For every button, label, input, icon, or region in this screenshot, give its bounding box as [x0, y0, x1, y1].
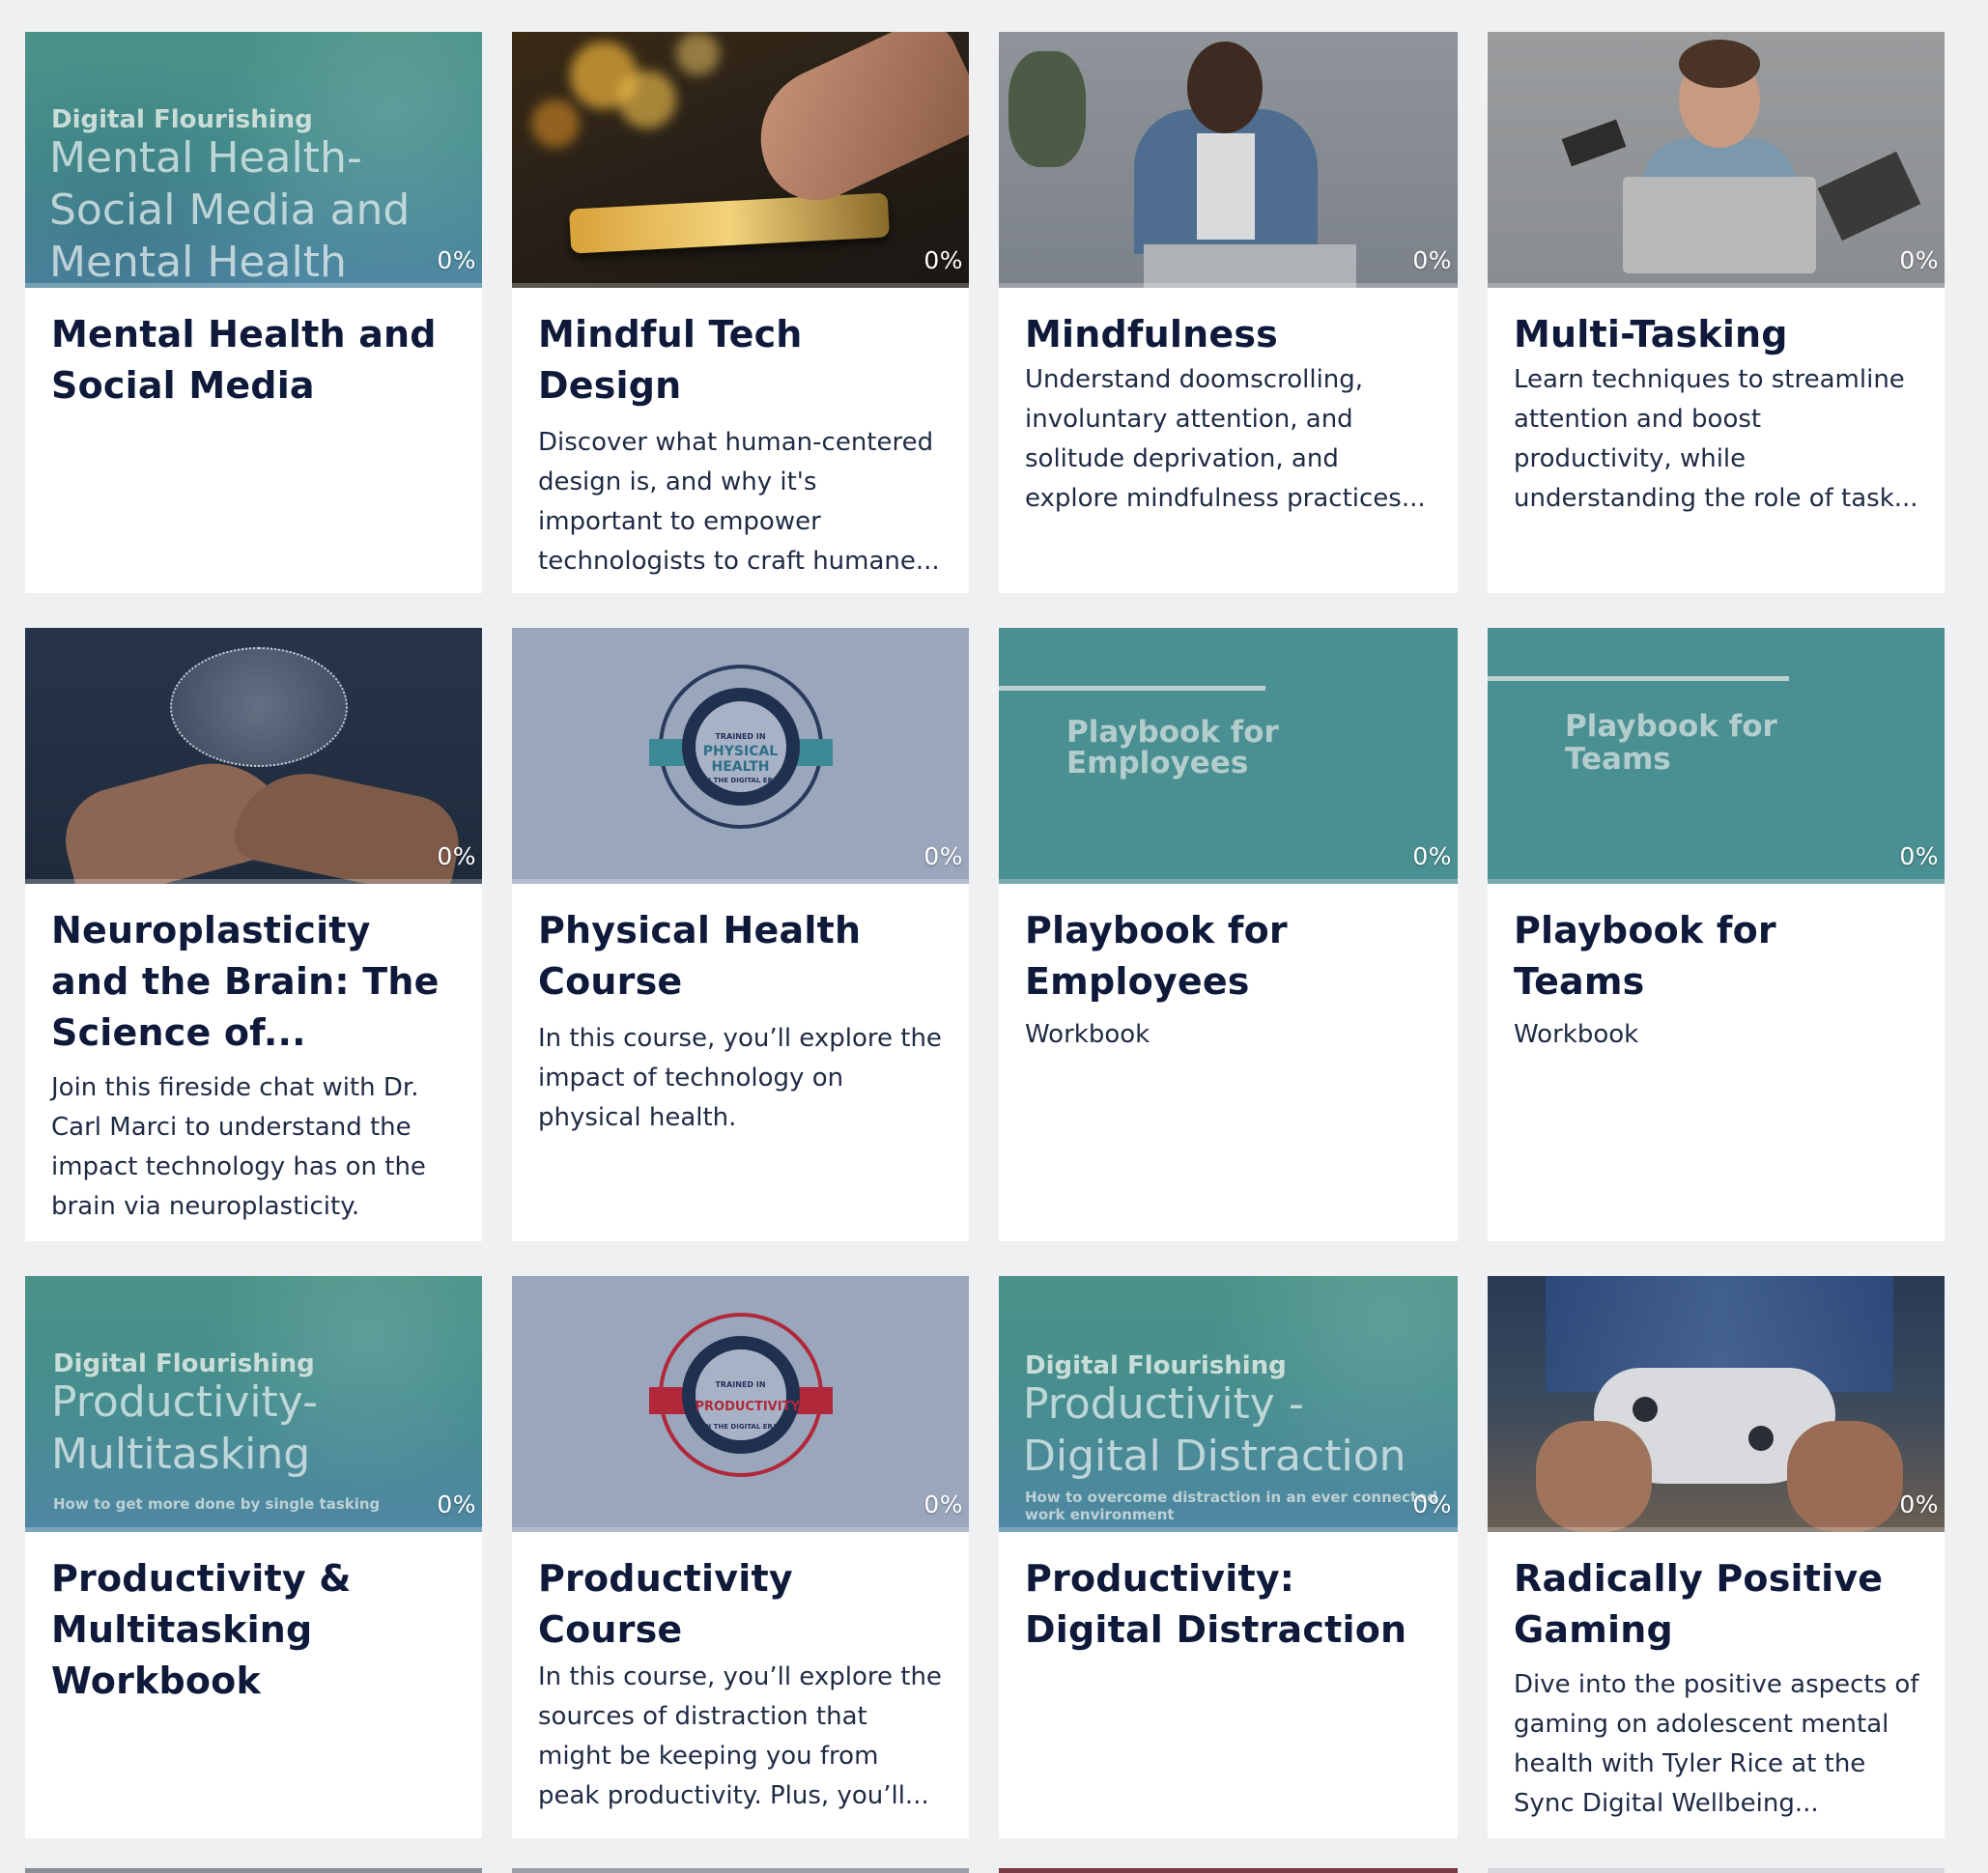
course-card[interactable]: 0% Multi-Tasking Learn techniques to str… [1488, 32, 1945, 593]
progress-label: 0% [1412, 1490, 1452, 1518]
progress-label: 0% [437, 1490, 476, 1518]
progress-label: 0% [923, 246, 963, 274]
course-title[interactable]: Productivity Course [538, 1553, 944, 1656]
thumb-kicker: Digital Flourishing [1025, 1351, 1287, 1380]
progress-label: 0% [1412, 842, 1452, 870]
course-thumbnail: Digital Flourishing Mental Health- Socia… [25, 32, 482, 288]
thumb-line: Multitasking [51, 1430, 311, 1479]
laptop-image [999, 32, 1458, 288]
course-title[interactable]: Mindful Tech Design [538, 309, 944, 411]
course-card[interactable]: Playbook for Employees 0% Playbook for E… [999, 628, 1458, 1241]
course-title[interactable]: Mindfulness [1025, 309, 1433, 360]
badge-top: TRAINED IN [715, 731, 766, 741]
course-title[interactable]: Mental Health and Social Media [51, 309, 457, 411]
thumb-line: Employees [1066, 746, 1249, 780]
course-grid: Digital Flourishing Mental Health- Socia… [25, 32, 1945, 1838]
thumb-line: Productivity - [1023, 1379, 1304, 1429]
course-card[interactable]: 0% Mindfulness Understand doomscrolling,… [999, 32, 1458, 593]
course-card[interactable]: TRAINED IN PHYSICAL HEALTH IN THE DIGITA… [512, 628, 969, 1241]
progress-label: 0% [1412, 246, 1452, 274]
course-thumbnail: 0% [999, 32, 1458, 288]
trained-badge: TRAINED IN PRODUCTIVITY IN THE DIGITAL E… [648, 1312, 833, 1477]
course-description: In this course, you’ll explore the sourc… [538, 1662, 942, 1810]
thumb-line: Social Media and [49, 185, 411, 235]
progress-label: 0% [1899, 246, 1939, 274]
badge-main: HEALTH [711, 758, 770, 775]
badge-bottom: IN THE DIGITAL ERA [702, 776, 779, 784]
badge-main: PHYSICAL [702, 743, 779, 759]
trained-badge: TRAINED IN PHYSICAL HEALTH IN THE DIGITA… [648, 664, 833, 829]
course-title[interactable]: Neuroplasticity and the Brain: The Scien… [51, 905, 457, 1059]
course-description: Workbook [1025, 1020, 1150, 1049]
course-thumbnail: Playbook for Employees 0% [999, 628, 1458, 884]
progress-label: 0% [923, 842, 963, 870]
progress-label: 0% [437, 246, 476, 274]
course-title[interactable]: Physical Health Course [538, 905, 944, 1007]
course-card[interactable]: Digital Flourishing Mental Health- Socia… [25, 32, 482, 593]
badge-bottom: IN THE DIGITAL ERA [702, 1422, 779, 1431]
thumb-subtitle: How to overcome distraction in an ever c… [1025, 1489, 1437, 1506]
course-card[interactable]: Digital Flourishing Productivity - Digit… [999, 1276, 1458, 1838]
course-description: Workbook [1514, 1020, 1639, 1049]
course-card[interactable]: TRAINED IN PRODUCTIVITY IN THE DIGITAL E… [512, 1276, 969, 1838]
course-description: Discover what human-centered design is, … [538, 428, 940, 576]
next-row-peek [25, 1868, 1957, 1873]
thumb-line: Teams [1565, 742, 1671, 777]
course-card[interactable]: Playbook for Teams 0% Playbook for Teams… [1488, 628, 1945, 1241]
course-thumbnail: 0% [25, 628, 482, 884]
badge-main: PRODUCTIVITY [695, 1399, 800, 1414]
thumb-subtitle: How to get more done by single tasking [53, 1495, 381, 1513]
brain-image [25, 628, 482, 884]
course-title[interactable]: Radically Positive Gaming [1514, 1553, 1919, 1656]
thumb-kicker: Digital Flourishing [51, 105, 313, 134]
course-thumbnail: 0% [512, 32, 969, 288]
course-description: Learn techniques to streamline attention… [1514, 365, 1918, 513]
course-description: Join this fireside chat with Dr. Carl Ma… [51, 1073, 426, 1221]
course-thumbnail: 0% [1488, 32, 1945, 288]
thumb-kicker: Digital Flourishing [53, 1349, 315, 1378]
course-title[interactable]: Playbook for Teams [1514, 905, 1919, 1007]
badge-top: TRAINED IN [715, 1379, 766, 1389]
course-title[interactable]: Productivity: Digital Distraction [1025, 1553, 1433, 1656]
course-thumbnail: TRAINED IN PHYSICAL HEALTH IN THE DIGITA… [512, 628, 969, 884]
course-description: In this course, you’ll explore the impac… [538, 1024, 942, 1132]
thumb-line: Playbook for [1565, 709, 1777, 744]
course-thumbnail: Digital Flourishing Productivity - Digit… [999, 1276, 1458, 1532]
thumb-subtitle: work environment [1025, 1506, 1175, 1523]
course-description: Understand doomscrolling, involuntary at… [1025, 365, 1426, 513]
course-card[interactable]: 0% Mindful Tech Design Discover what hum… [512, 32, 969, 593]
course-card[interactable]: 0% Neuroplasticity and the Brain: The Sc… [25, 628, 482, 1241]
thumb-line: Digital Distraction [1023, 1432, 1406, 1481]
tablet-image [512, 32, 969, 288]
thumb-line: Mental Health [49, 238, 347, 287]
thumb-line: Playbook for [1066, 715, 1279, 750]
course-thumbnail: Digital Flourishing Productivity- Multit… [25, 1276, 482, 1532]
course-thumbnail: Playbook for Teams 0% [1488, 628, 1945, 884]
course-thumbnail: 0% [1488, 1276, 1945, 1532]
progress-label: 0% [1899, 1490, 1939, 1518]
course-card[interactable]: 0% Radically Positive Gaming Dive into t… [1488, 1276, 1945, 1838]
thumb-line: Productivity- [51, 1377, 318, 1427]
course-title[interactable]: Multi-Tasking [1514, 309, 1919, 360]
course-title[interactable]: Playbook for Employees [1025, 905, 1433, 1007]
progress-label: 0% [1899, 842, 1939, 870]
course-description: Dive into the positive aspects of gaming… [1514, 1670, 1919, 1818]
progress-label: 0% [923, 1490, 963, 1518]
controller-image [1488, 1276, 1945, 1532]
progress-label: 0% [437, 842, 476, 870]
course-card[interactable]: Digital Flourishing Productivity- Multit… [25, 1276, 482, 1838]
laptop-image [1488, 32, 1945, 288]
course-title[interactable]: Productivity & Multitasking Workbook [51, 1553, 457, 1707]
course-thumbnail: TRAINED IN PRODUCTIVITY IN THE DIGITAL E… [512, 1276, 969, 1532]
thumb-line: Mental Health- [49, 133, 362, 183]
